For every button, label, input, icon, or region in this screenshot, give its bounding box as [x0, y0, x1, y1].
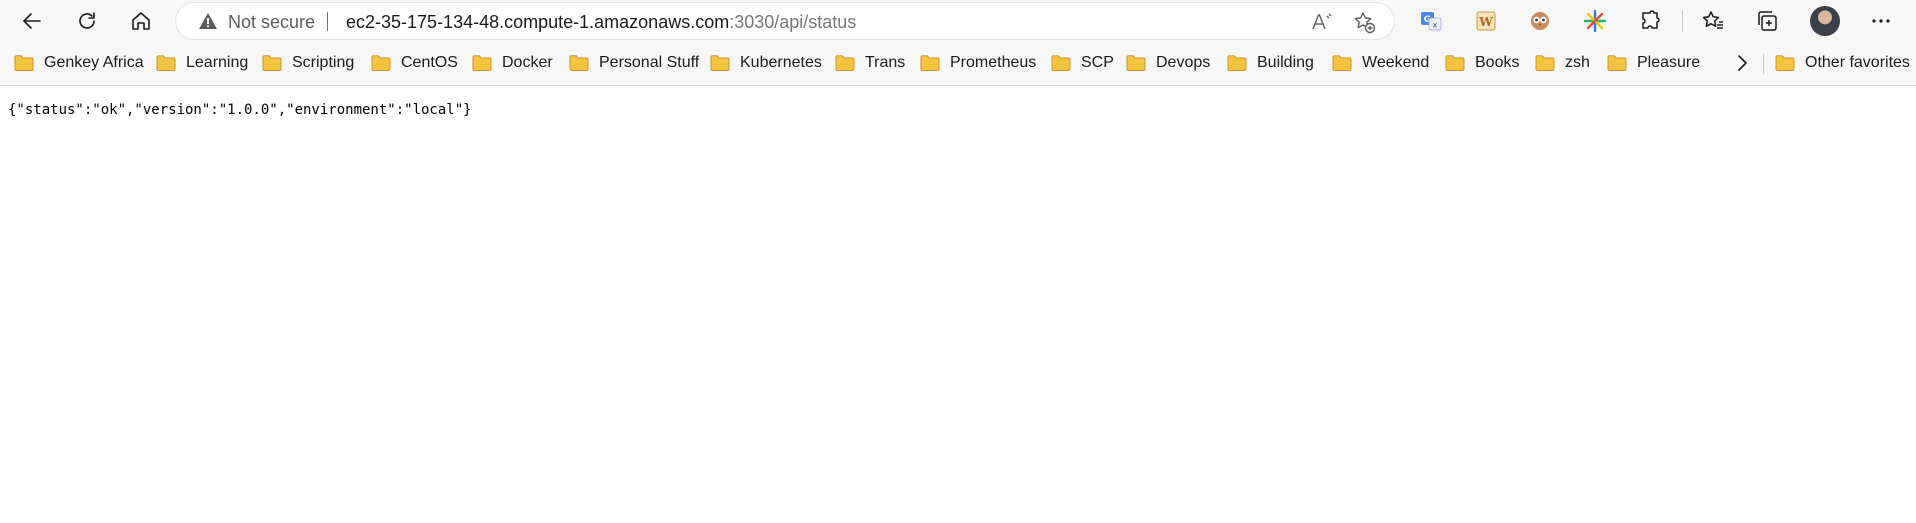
- favorite-folder-label: Pleasure: [1637, 54, 1701, 71]
- favorite-folder-label: Scripting: [292, 54, 355, 71]
- folder-icon: [1051, 55, 1071, 71]
- folder-icon: [1775, 55, 1795, 71]
- folder-icon: [472, 55, 492, 71]
- extensions-icon: [1642, 10, 1660, 29]
- folder-icon: [371, 55, 391, 71]
- favorite-folder-label: Devops: [1156, 54, 1211, 71]
- folder-icon: [1332, 55, 1352, 71]
- back-button[interactable]: [15, 4, 49, 38]
- other-favorites-label: Other favorites: [1805, 54, 1910, 71]
- back-icon: [23, 13, 41, 29]
- owl-extension-button[interactable]: [1527, 8, 1553, 34]
- favorite-folder-label: Trans: [865, 54, 906, 71]
- home-icon: [132, 12, 150, 30]
- favorite-folder[interactable]: Prometheus: [920, 51, 1036, 75]
- favorite-folder-label: CentOS: [401, 54, 458, 71]
- favorite-folder-label: Weekend: [1362, 54, 1430, 71]
- address-divider: [327, 12, 328, 31]
- folder-icon: [1126, 55, 1146, 71]
- favorites-button[interactable]: [1700, 8, 1726, 34]
- favorite-folder[interactable]: Books: [1445, 51, 1519, 75]
- folder-icon: [1535, 55, 1555, 71]
- favorite-folder[interactable]: Docker: [472, 51, 553, 75]
- favorite-folder-label: Learning: [186, 54, 249, 71]
- add-favorite-icon[interactable]: [1352, 10, 1376, 34]
- svg-text:x: x: [1433, 21, 1438, 30]
- address-bar[interactable]: Not secure ec2-35-175-134-48.compute-1.a…: [176, 3, 1394, 39]
- refresh-icon: [79, 12, 95, 29]
- folder-icon: [1607, 55, 1627, 71]
- favorite-folder[interactable]: Personal Stuff: [569, 51, 699, 75]
- chevron-right-icon[interactable]: [1730, 51, 1754, 75]
- sparkle-extension-icon: [1583, 9, 1607, 33]
- favorite-folder-label: Prometheus: [950, 54, 1037, 71]
- toolbar-divider: [1682, 10, 1683, 32]
- folder-icon: [14, 55, 34, 71]
- folder-icon: [1445, 55, 1465, 71]
- collections-button[interactable]: [1754, 8, 1780, 34]
- folder-icon: [569, 55, 589, 71]
- collections-icon: [1758, 11, 1777, 31]
- w-extension-button[interactable]: W: [1473, 8, 1499, 34]
- favorite-folder[interactable]: Devops: [1126, 51, 1210, 75]
- favorite-folder-label: Books: [1475, 54, 1520, 71]
- more-icon: [1872, 19, 1890, 23]
- favorite-folder[interactable]: Genkey Africa: [14, 51, 144, 75]
- owl-extension-icon: [1531, 12, 1549, 30]
- refresh-button[interactable]: [70, 4, 104, 38]
- favorite-folder-label: Genkey Africa: [44, 54, 144, 71]
- svg-text:W: W: [1478, 15, 1493, 29]
- url-host: ec2-35-175-134-48.compute-1.amazonaws.co…: [346, 12, 730, 32]
- folder-icon: [156, 55, 176, 71]
- favorite-folder[interactable]: Learning: [156, 51, 248, 75]
- favorites-icon: [1702, 11, 1723, 29]
- folder-icon: [920, 55, 940, 71]
- folder-icon: [710, 55, 730, 71]
- browser-toolbar: Not secure ec2-35-175-134-48.compute-1.a…: [0, 0, 1916, 41]
- favorite-folder-label: Docker: [502, 54, 553, 71]
- other-favorites-folder[interactable]: Other favorites: [1775, 51, 1910, 75]
- favorite-folder[interactable]: CentOS: [371, 51, 458, 75]
- favorite-folder-label: Kubernetes: [740, 54, 822, 71]
- home-button[interactable]: [124, 4, 158, 38]
- translate-extension-button[interactable]: G x: [1418, 8, 1444, 34]
- favorite-folder[interactable]: Weekend: [1332, 51, 1429, 75]
- favorite-folder[interactable]: Kubernetes: [710, 51, 822, 75]
- url-text[interactable]: ec2-35-175-134-48.compute-1.amazonaws.co…: [346, 12, 856, 32]
- more-button[interactable]: [1868, 8, 1894, 34]
- favorite-folder-label: Personal Stuff: [599, 54, 700, 71]
- folder-icon: [1227, 55, 1247, 71]
- security-label[interactable]: Not secure: [228, 12, 315, 32]
- favorite-folder[interactable]: Building: [1227, 51, 1314, 75]
- favorite-folder-label: zsh: [1565, 54, 1590, 71]
- warning-icon[interactable]: [198, 12, 218, 30]
- favorite-folder-label: SCP: [1081, 54, 1114, 71]
- translate-extension-icon: G x: [1421, 12, 1442, 31]
- url-path: :3030/api/status: [729, 12, 857, 32]
- folder-icon: [835, 55, 855, 71]
- favorite-folder[interactable]: Pleasure: [1607, 51, 1700, 75]
- favorite-folder[interactable]: Scripting: [262, 51, 354, 75]
- profile-avatar[interactable]: [1810, 6, 1840, 36]
- favorite-folder-label: Building: [1257, 54, 1314, 71]
- favorites-bar: Genkey Africa Learning Scripting CentOS …: [0, 41, 1916, 86]
- json-response-body: {"status":"ok","version":"1.0.0","enviro…: [8, 102, 472, 118]
- sparkle-extension-button[interactable]: [1582, 8, 1608, 34]
- folder-icon: [262, 55, 282, 71]
- favorites-divider: [1763, 54, 1764, 74]
- favorite-folder[interactable]: Trans: [835, 51, 905, 75]
- favorite-folder[interactable]: SCP: [1051, 51, 1114, 75]
- favorite-folder[interactable]: zsh: [1535, 51, 1590, 75]
- w-extension-icon: W: [1476, 11, 1496, 31]
- extensions-button[interactable]: [1637, 8, 1663, 34]
- read-aloud-icon[interactable]: [1310, 10, 1334, 34]
